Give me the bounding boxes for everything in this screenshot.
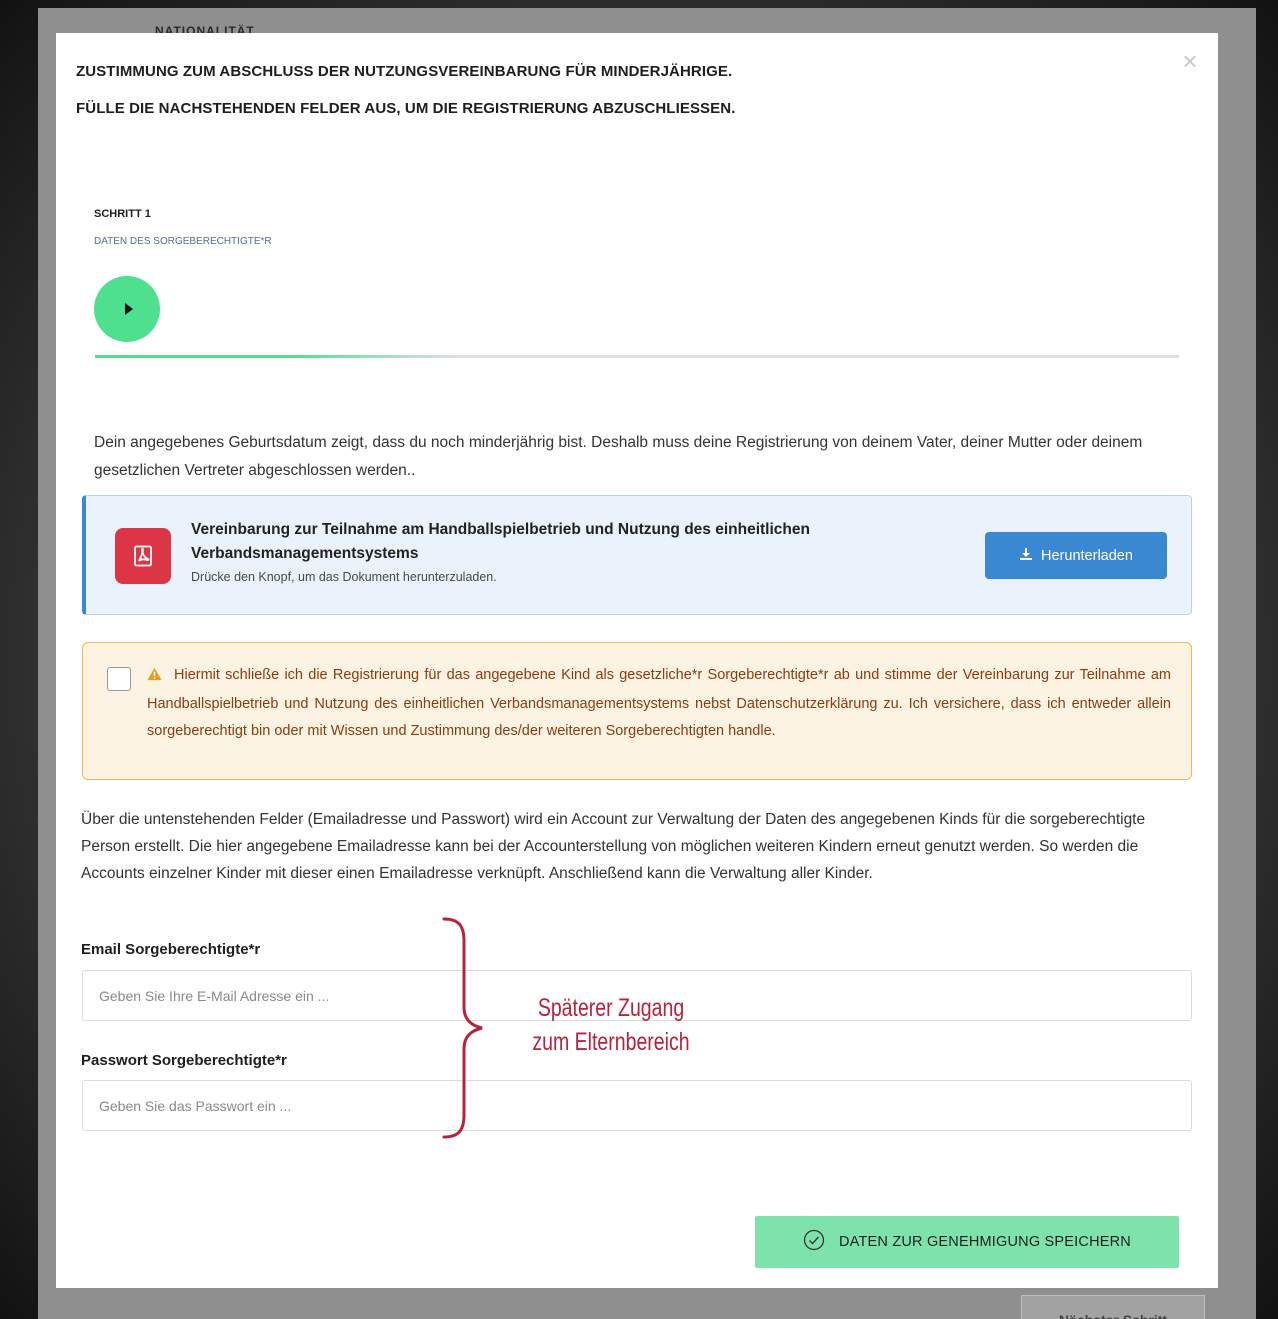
- check-circle-icon: [803, 1229, 825, 1255]
- warning-icon: [147, 664, 162, 691]
- document-title: Vereinbarung zur Teilnahme am Handballsp…: [191, 521, 810, 562]
- account-info-text: Über die untenstehenden Felder (Emailadr…: [81, 811, 1146, 882]
- curly-brace-annotation: [442, 917, 483, 1139]
- password-field[interactable]: [82, 1080, 1192, 1131]
- modal-subheading: FÜLLE DIE NACHSTEHENDEN FELDER AUS, UM D…: [76, 100, 736, 117]
- play-icon: [124, 303, 133, 315]
- download-icon: [1019, 547, 1033, 565]
- step-progress-track: [95, 355, 1179, 358]
- download-button-label: Herunterladen: [1041, 547, 1133, 564]
- step-progress-fill: [95, 355, 453, 358]
- step-indicator[interactable]: [94, 276, 160, 342]
- download-button[interactable]: Herunterladen: [985, 532, 1167, 579]
- password-label: Passwort Sorgeberechtigte*r: [81, 1052, 287, 1069]
- annotation-line-1: Späterer Zugang: [537, 994, 685, 1022]
- annotation-text: Späterer Zugang zum Elternbereich: [514, 991, 709, 1059]
- consent-box: Hiermit schließe ich die Registrierung f…: [82, 642, 1192, 780]
- pdf-icon: [115, 528, 171, 584]
- document-download-box: Vereinbarung zur Teilnahme am Handballsp…: [82, 495, 1192, 615]
- document-subtitle: Drücke den Knopf, um das Dokument herunt…: [191, 570, 497, 584]
- consent-checkbox[interactable]: [107, 667, 131, 691]
- minor-intro-text: Dein angegebenes Geburtsdatum zeigt, das…: [94, 434, 1143, 479]
- email-label: Email Sorgeberechtigte*r: [81, 941, 261, 958]
- save-for-approval-button[interactable]: DATEN ZUR GENEHMIGUNG SPEICHERN: [755, 1216, 1179, 1268]
- consent-text-wrapper: Hiermit schließe ich die Registrierung f…: [147, 662, 1171, 745]
- close-icon[interactable]: ×: [1176, 47, 1204, 75]
- step-label: SCHRITT 1: [94, 208, 151, 220]
- save-button-label: DATEN ZUR GENEHMIGUNG SPEICHERN: [839, 1234, 1131, 1250]
- modal-heading: ZUSTIMMUNG ZUM ABSCHLUSS DER NUTZUNGSVER…: [76, 63, 733, 80]
- annotation-line-2: zum Elternbereich: [532, 1028, 690, 1056]
- step-subtitle: DATEN DES SORGEBERECHTIGTE*R: [94, 236, 272, 247]
- consent-text: Hiermit schließe ich die Registrierung f…: [147, 667, 1171, 739]
- next-step-button: Nächster Schritt: [1021, 1295, 1205, 1319]
- consent-modal: × ZUSTIMMUNG ZUM ABSCHLUSS DER NUTZUNGSV…: [56, 33, 1218, 1288]
